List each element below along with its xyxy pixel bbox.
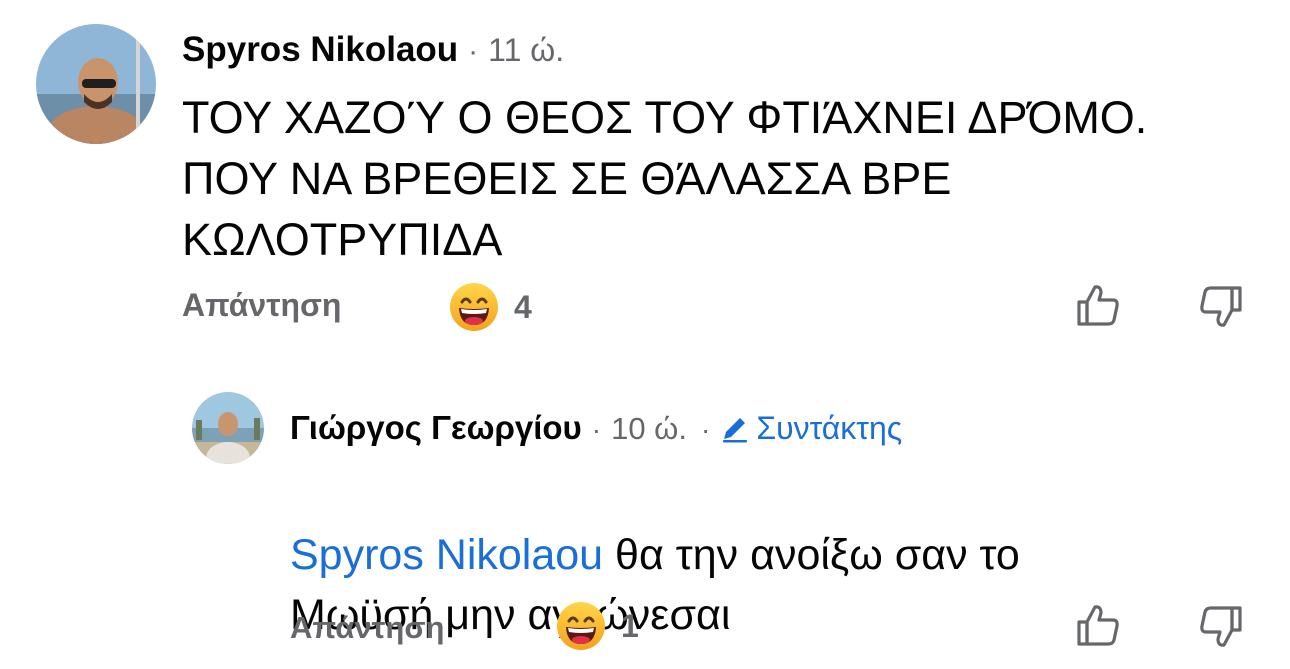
thumbs-down-icon — [1200, 606, 1242, 647]
like-button[interactable] — [1075, 602, 1121, 648]
grinning-face-emoji — [450, 283, 498, 331]
timestamp[interactable]: 10 ώ. — [611, 411, 687, 447]
comment-text: ΤΟΥ ΧΑΖΟΎ Ο ΘΕΟΣ ΤΟΥ ΦΤΙΆΧΝΕΙ ΔΡΌΜΟ. ΠΟΥ… — [182, 92, 1148, 265]
thumbs-down-icon — [1200, 286, 1242, 327]
mention-link[interactable]: Spyros Nikolaou — [290, 531, 603, 579]
grinning-face-emoji — [557, 602, 605, 650]
reaction-summary[interactable]: 1 — [555, 600, 639, 652]
thumbs-up-icon — [1077, 285, 1119, 326]
like-button[interactable] — [1075, 282, 1121, 328]
timestamp[interactable]: 11 ώ. — [488, 32, 564, 69]
dislike-button[interactable] — [1198, 604, 1244, 650]
avatar[interactable] — [192, 392, 264, 464]
role-label: Συντάκτης — [756, 410, 903, 446]
reply-button[interactable]: Απάντηση — [182, 287, 341, 324]
reaction-count: 4 — [514, 288, 532, 325]
reaction-summary[interactable]: 4 — [448, 281, 532, 333]
separator: · — [591, 414, 602, 445]
avatar-photo — [192, 392, 264, 464]
comments-thread: Spyros Nikolaou · 11 ώ. ΤΟΥ ΧΑΖΟΎ Ο ΘΕΟΣ… — [0, 0, 1290, 669]
reaction-count: 1 — [621, 607, 639, 644]
author-name[interactable]: Γιώργος Γεωργίου — [290, 409, 582, 447]
thumbs-up-icon — [1077, 605, 1119, 646]
avatar-photo — [36, 24, 156, 144]
separator: · — [468, 35, 479, 68]
reply-header: Γιώργος Γεωργίου · 10 ώ. · Συντάκτης — [290, 409, 902, 447]
comment-header: Spyros Nikolaou · 11 ώ. — [182, 30, 564, 70]
separator: · — [701, 414, 711, 445]
dislike-button[interactable] — [1198, 284, 1244, 330]
author-role-badge: Συντάκτης — [720, 409, 902, 447]
pencil-icon — [723, 415, 748, 443]
avatar[interactable] — [36, 24, 156, 144]
author-name[interactable]: Spyros Nikolaou — [182, 30, 458, 70]
reply-button[interactable]: Απάντηση — [290, 610, 444, 646]
